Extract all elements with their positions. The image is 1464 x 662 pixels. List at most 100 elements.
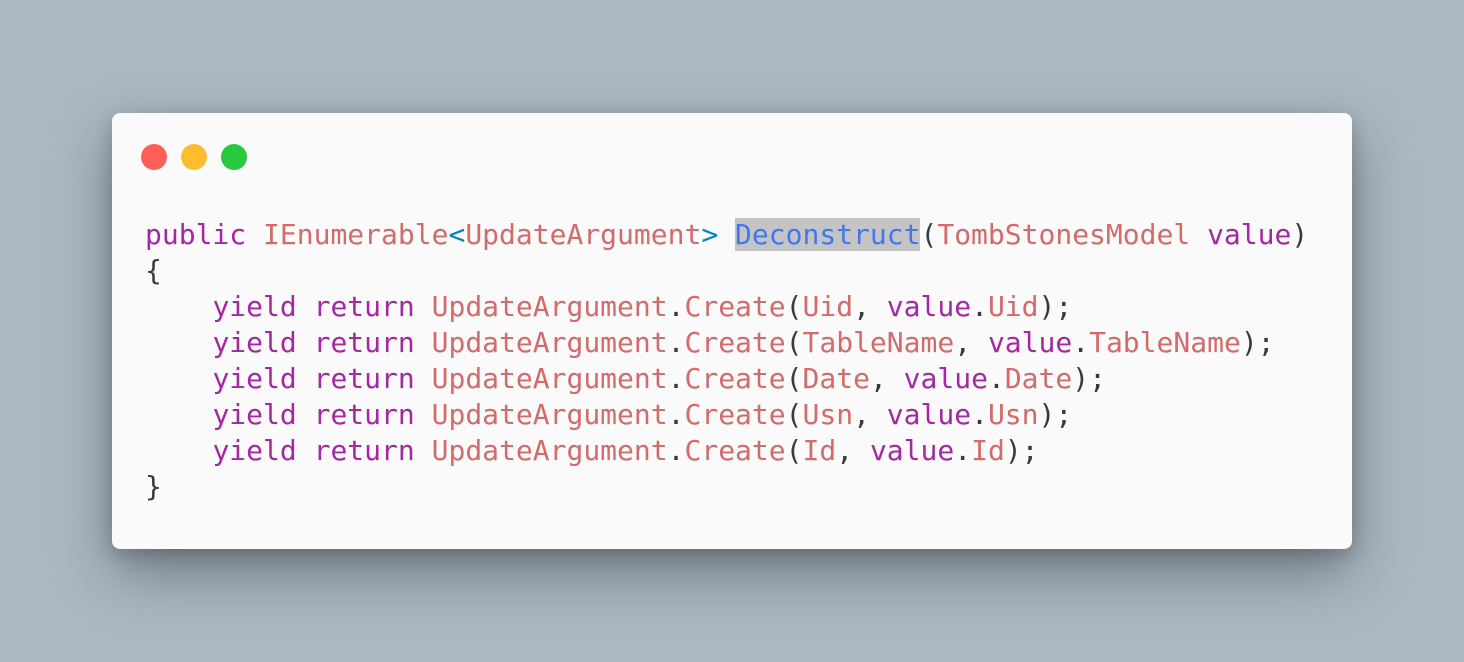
paren-close-semicolon: ); bbox=[1004, 434, 1039, 467]
class-name: UpdateArgument bbox=[431, 398, 668, 431]
comma: , bbox=[836, 434, 870, 467]
dot: . bbox=[667, 362, 685, 395]
keyword-return: return bbox=[313, 326, 415, 359]
paren-close-semicolon: ); bbox=[1240, 326, 1275, 359]
type-ienumerable: IEnumerable bbox=[263, 218, 449, 251]
method-call: Create bbox=[684, 326, 786, 359]
value-name: value bbox=[987, 326, 1073, 359]
code-line-yield: yield return UpdateArgument.Create(Usn, … bbox=[145, 397, 1308, 433]
argument: TableName bbox=[802, 326, 955, 359]
keyword-return: return bbox=[313, 290, 415, 323]
code-window: public IEnumerable< UpdateArgument > Decon… bbox=[112, 113, 1352, 549]
generic-open: < bbox=[448, 218, 466, 251]
minimize-button[interactable] bbox=[181, 144, 207, 170]
param-name: value bbox=[1207, 218, 1292, 251]
code-line-yield: yield return UpdateArgument.Create(Uid, … bbox=[145, 289, 1308, 325]
dot: . bbox=[667, 398, 685, 431]
code-line-yield: yield return UpdateArgument.Create(Id, v… bbox=[145, 433, 1308, 469]
keyword-return: return bbox=[313, 434, 415, 467]
keyword-yield: yield bbox=[212, 326, 297, 359]
paren-open: ( bbox=[785, 326, 803, 359]
property: Date bbox=[1004, 362, 1073, 395]
method-call: Create bbox=[684, 398, 786, 431]
paren-open: ( bbox=[785, 398, 803, 431]
close-button[interactable] bbox=[141, 144, 167, 170]
dot: . bbox=[987, 362, 1005, 395]
paren-open: ( bbox=[785, 290, 803, 323]
method-call: Create bbox=[684, 362, 786, 395]
code-line-yield: yield return UpdateArgument.Create(Table… bbox=[145, 325, 1308, 361]
property: Usn bbox=[987, 398, 1039, 431]
value-name: value bbox=[886, 290, 972, 323]
dot: . bbox=[1072, 326, 1090, 359]
value-name: value bbox=[886, 398, 972, 431]
dot: . bbox=[667, 434, 685, 467]
maximize-button[interactable] bbox=[221, 144, 247, 170]
class-name: UpdateArgument bbox=[431, 434, 668, 467]
class-name: UpdateArgument bbox=[431, 362, 668, 395]
param-type: TombStonesModel bbox=[937, 218, 1191, 251]
method-call: Create bbox=[684, 434, 786, 467]
keyword-yield: yield bbox=[212, 434, 297, 467]
keyword-return: return bbox=[313, 362, 415, 395]
method-call: Create bbox=[684, 290, 786, 323]
property: TableName bbox=[1089, 326, 1241, 359]
class-name: UpdateArgument bbox=[431, 326, 668, 359]
value-name: value bbox=[903, 362, 988, 395]
dot: . bbox=[667, 326, 685, 359]
paren-close: ) bbox=[1291, 218, 1309, 251]
paren-open: ( bbox=[785, 362, 803, 395]
keyword-yield: yield bbox=[212, 398, 297, 431]
comma: , bbox=[869, 362, 904, 395]
property: Uid bbox=[987, 290, 1039, 323]
argument: Usn bbox=[802, 398, 854, 431]
open-brace: { bbox=[145, 254, 162, 287]
paren-open: ( bbox=[785, 434, 803, 467]
code-line-signature: public IEnumerable<UpdateArgument> Decon… bbox=[145, 217, 1308, 253]
paren-close-semicolon: ); bbox=[1072, 362, 1106, 395]
code-block: public IEnumerable< UpdateArgument > Decon… bbox=[145, 217, 1308, 505]
dot: . bbox=[954, 434, 972, 467]
window-controls bbox=[141, 144, 247, 170]
code-line-yield: yield return UpdateArgument.Create(Date,… bbox=[145, 361, 1308, 397]
comma: , bbox=[853, 290, 887, 323]
value-name: value bbox=[869, 434, 955, 467]
paren-close-semicolon: ); bbox=[1038, 398, 1073, 431]
code-line-close-brace: } bbox=[145, 469, 1308, 505]
keyword-yield: yield bbox=[212, 290, 297, 323]
argument: Id bbox=[802, 434, 837, 467]
class-name: UpdateArgument bbox=[431, 290, 668, 323]
dot: . bbox=[971, 398, 988, 431]
code-line-open-brace: { bbox=[145, 253, 1308, 289]
keyword-yield: yield bbox=[212, 362, 297, 395]
dot: . bbox=[971, 290, 988, 323]
keyword-return: return bbox=[313, 398, 415, 431]
close-brace: } bbox=[145, 470, 162, 503]
dot: . bbox=[667, 290, 685, 323]
generic-close: > bbox=[701, 218, 719, 251]
keyword-public: public bbox=[145, 218, 247, 251]
argument: Date bbox=[802, 362, 870, 395]
argument: Uid bbox=[802, 290, 854, 323]
comma: , bbox=[954, 326, 988, 359]
method-name-selected[interactable]: Deconstruct bbox=[735, 218, 921, 251]
comma: , bbox=[853, 398, 887, 431]
paren-close-semicolon: ); bbox=[1038, 290, 1073, 323]
property: Id bbox=[971, 434, 1005, 467]
paren-open: ( bbox=[920, 218, 938, 251]
